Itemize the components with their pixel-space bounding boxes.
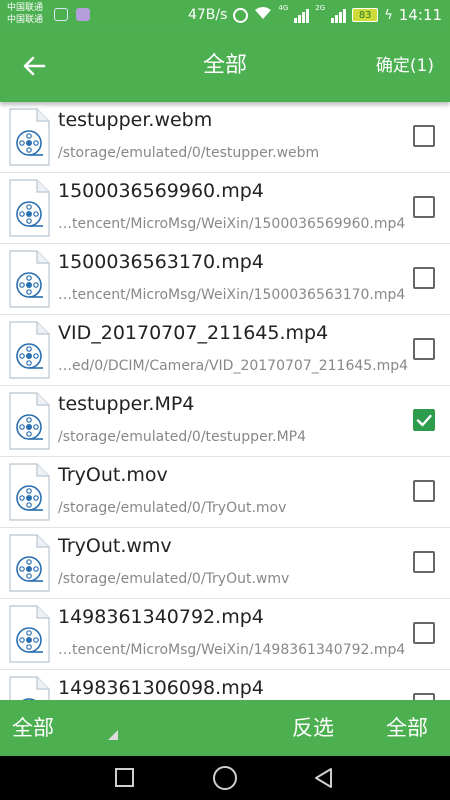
recent-apps-icon[interactable] xyxy=(115,768,134,787)
carrier-1: 中国联通 xyxy=(7,3,44,13)
select-all-button[interactable]: 全部 xyxy=(386,712,428,744)
photo-app-icon xyxy=(54,8,68,21)
file-path: /storage/emulated/0/testupper.MP4 xyxy=(58,429,307,445)
dropdown-triangle-icon[interactable] xyxy=(108,730,118,740)
signal-icon xyxy=(294,7,310,23)
file-name: testupper.webm xyxy=(58,109,213,131)
network-gen-2: 2G xyxy=(315,4,326,12)
select-checkbox[interactable] xyxy=(413,267,435,289)
alarm-icon xyxy=(233,7,249,23)
file-name: 1500036563170.mp4 xyxy=(58,251,264,273)
video-file-icon xyxy=(8,250,50,308)
video-file-icon xyxy=(8,534,50,592)
video-file-icon xyxy=(8,179,50,237)
file-path: …tencent/MicroMsg/WeiXin/1498361340792.m… xyxy=(58,642,406,658)
toolbar: 全部 确定(1) xyxy=(0,30,450,102)
video-file-icon xyxy=(8,605,50,663)
file-path: …tencent/MicroMsg/WeiXin/1500036563170.m… xyxy=(58,287,406,303)
invert-selection-button[interactable]: 反选 xyxy=(292,712,334,744)
select-checkbox[interactable] xyxy=(413,196,435,218)
select-checkbox[interactable] xyxy=(413,622,435,644)
file-name: VID_20170707_211645.mp4 xyxy=(58,322,329,344)
file-row[interactable]: testupper.webm /storage/emulated/0/testu… xyxy=(0,102,450,173)
file-row[interactable]: testupper.MP4 /storage/emulated/0/testup… xyxy=(0,386,450,457)
battery-icon: 83 xyxy=(352,8,379,22)
clock: 14:11 xyxy=(398,6,442,24)
status-right: 47B/s 4G 2G 83 ϟ 14:11 xyxy=(188,0,442,30)
carrier-info: 中国联通 中国联通 xyxy=(7,2,43,26)
video-file-icon xyxy=(8,108,50,166)
select-checkbox[interactable] xyxy=(413,338,435,360)
file-list[interactable]: testupper.webm /storage/emulated/0/testu… xyxy=(0,102,450,700)
net-speed: 47B/s xyxy=(187,7,228,23)
bottom-action-bar: 全部 反选 全部 xyxy=(0,700,450,756)
network-gen: 4G xyxy=(278,4,289,12)
file-name: TryOut.wmv xyxy=(58,535,172,557)
file-path: …ed/0/DCIM/Camera/VID_20170707_211645.mp… xyxy=(58,358,409,374)
status-bar: 中国联通 中国联通 47B/s 4G 2G 83 ϟ 14:11 xyxy=(0,0,450,30)
video-file-icon xyxy=(8,392,50,450)
confirm-button[interactable]: 确定(1) xyxy=(376,52,434,80)
video-file-icon xyxy=(8,463,50,521)
select-checkbox[interactable] xyxy=(413,551,435,573)
file-name: 1498361340792.mp4 xyxy=(58,606,264,628)
file-path: /storage/emulated/0/TryOut.wmv xyxy=(58,571,290,587)
file-row[interactable]: TryOut.wmv /storage/emulated/0/TryOut.wm… xyxy=(0,528,450,599)
file-row[interactable]: VID_20170707_211645.mp4 …ed/0/DCIM/Camer… xyxy=(0,315,450,386)
file-path: …tencent/MicroMsg/WeiXin/1500036569960.m… xyxy=(58,216,406,232)
file-row[interactable]: 1498361340792.mp4 …tencent/MicroMsg/WeiX… xyxy=(0,599,450,670)
select-checkbox[interactable] xyxy=(413,693,435,700)
file-row[interactable]: 1500036569960.mp4 …tencent/MicroMsg/WeiX… xyxy=(0,173,450,244)
select-checkbox[interactable] xyxy=(413,480,435,502)
file-name: 1500036569960.mp4 xyxy=(58,180,264,202)
signal-icon-2 xyxy=(331,7,347,23)
wifi-icon xyxy=(254,6,272,24)
home-icon[interactable] xyxy=(213,766,237,790)
file-path: /storage/emulated/0/TryOut.mov xyxy=(58,500,287,516)
select-checkbox[interactable] xyxy=(413,409,435,431)
select-checkbox[interactable] xyxy=(413,125,435,147)
back-arrow-icon[interactable] xyxy=(18,50,50,82)
charging-icon: ϟ xyxy=(384,7,393,23)
file-name: testupper.MP4 xyxy=(58,393,195,415)
file-name: 1498361306098.mp4 xyxy=(58,677,264,699)
purple-app-icon xyxy=(76,8,90,21)
file-row[interactable]: TryOut.mov /storage/emulated/0/TryOut.mo… xyxy=(0,457,450,528)
file-row[interactable]: 1498361306098.mp4 xyxy=(0,670,450,700)
file-row[interactable]: 1500036563170.mp4 …tencent/MicroMsg/WeiX… xyxy=(0,244,450,315)
carrier-2: 中国联通 xyxy=(7,15,44,25)
video-file-icon xyxy=(8,321,50,379)
filter-dropdown[interactable]: 全部 xyxy=(12,712,54,744)
video-file-icon xyxy=(8,676,50,700)
back-icon[interactable] xyxy=(312,766,336,790)
system-nav-bar xyxy=(0,756,450,800)
file-name: TryOut.mov xyxy=(58,464,168,486)
file-path: /storage/emulated/0/testupper.webm xyxy=(58,145,320,161)
